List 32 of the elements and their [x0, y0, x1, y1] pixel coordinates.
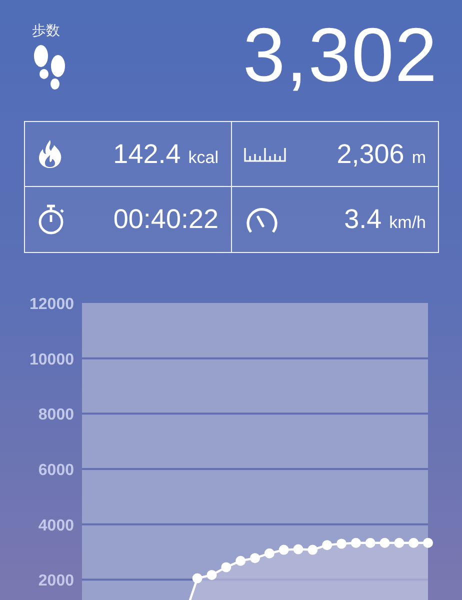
y-axis-label: 12000	[30, 296, 74, 313]
y-axis-label: 6000	[38, 462, 74, 479]
stat-value: 2,306 m	[336, 138, 426, 170]
data-point	[394, 538, 404, 548]
data-point	[264, 548, 274, 558]
y-axis-label: 10000	[30, 351, 74, 368]
stat-value: 3.4 km/h	[344, 204, 426, 235]
data-point	[408, 538, 419, 548]
data-point	[350, 538, 361, 548]
stat-value: 142.4 kcal	[113, 138, 218, 170]
data-point	[380, 538, 390, 548]
data-point	[336, 538, 346, 549]
y-axis-label: 2000	[38, 572, 74, 590]
data-point	[250, 553, 260, 564]
step-count: 3,302	[242, 18, 438, 94]
data-point	[192, 573, 202, 584]
y-axis-label: 4000	[38, 517, 74, 534]
data-point	[423, 538, 433, 548]
y-axis-label: 8000	[38, 406, 74, 424]
flame-icon	[37, 139, 63, 169]
ruler-icon	[244, 146, 286, 162]
data-point	[236, 556, 246, 566]
data-point	[365, 538, 376, 548]
data-point	[221, 562, 232, 572]
data-point	[308, 544, 318, 555]
stopwatch-icon	[37, 204, 65, 236]
stat-value: 00:40:22	[113, 204, 218, 235]
data-point	[322, 540, 332, 550]
data-point	[293, 544, 304, 554]
steps-label: 歩数	[32, 22, 60, 40]
data-point	[206, 570, 217, 580]
data-point	[278, 544, 289, 555]
